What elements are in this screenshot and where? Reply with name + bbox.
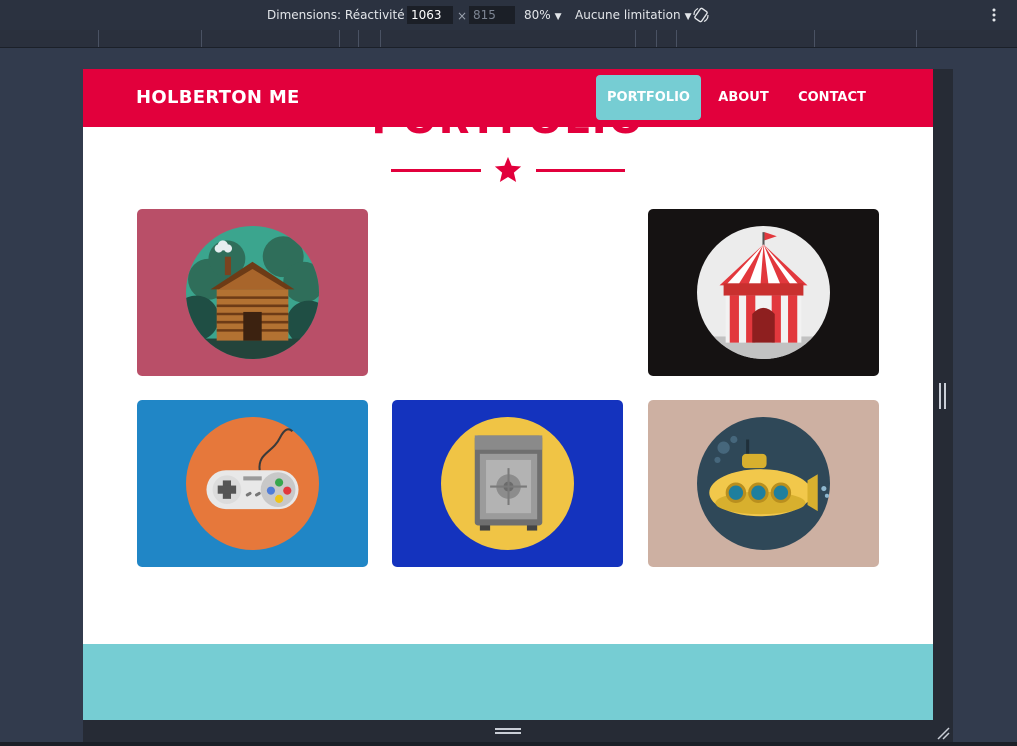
- media-query-ruler[interactable]: [0, 30, 1017, 48]
- portfolio-card-controller[interactable]: [137, 400, 368, 567]
- circus-tent-icon: [697, 226, 830, 359]
- game-controller-icon: [186, 417, 319, 550]
- portfolio-card-safe[interactable]: [392, 400, 623, 567]
- kebab-icon[interactable]: [988, 6, 1000, 24]
- dimensions-label: Dimensions: Réactivité: [267, 8, 405, 22]
- portfolio-card-circus[interactable]: [648, 209, 879, 376]
- brand-logo[interactable]: HOLBERTON ME: [136, 87, 300, 108]
- corner-resize-grip-icon[interactable]: [936, 726, 950, 740]
- cabin-icon: [186, 226, 319, 359]
- times-sign: ×: [457, 9, 468, 23]
- divider-left: [391, 169, 481, 172]
- width-resize-handle[interactable]: [939, 383, 946, 409]
- page-viewport: HOLBERTON ME PORTFOLIO ABOUT CONTACT POR…: [83, 69, 933, 720]
- width-input[interactable]: 1063: [407, 6, 453, 24]
- footer-band: [83, 644, 933, 720]
- star-icon: [494, 156, 522, 182]
- height-input[interactable]: 815: [469, 6, 515, 24]
- portfolio-card-cabin[interactable]: [137, 209, 368, 376]
- zoom-select[interactable]: 80% ▼: [524, 8, 562, 22]
- nav-about[interactable]: ABOUT: [711, 75, 776, 120]
- device-toolbar: Dimensions: Réactivité▼ 1063 × 815 80%▼ …: [0, 0, 1017, 31]
- divider-right: [536, 169, 625, 172]
- dimensions-select[interactable]: Dimensions: Réactivité▼: [267, 8, 416, 22]
- height-resize-handle[interactable]: [495, 728, 521, 734]
- throttle-label: Aucune limitation: [575, 8, 681, 22]
- safe-icon: [441, 417, 574, 550]
- zoom-label: 80%: [524, 8, 551, 22]
- nav-portfolio[interactable]: PORTFOLIO: [596, 75, 701, 120]
- caret-down-icon: ▼: [554, 12, 562, 22]
- throttle-select[interactable]: Aucune limitation ▼: [575, 8, 691, 22]
- portfolio-card-submarine[interactable]: [648, 400, 879, 567]
- nav-contact[interactable]: CONTACT: [789, 75, 875, 120]
- caret-down-icon: ▼: [684, 12, 692, 22]
- rotate-icon[interactable]: [692, 6, 710, 24]
- site-header: HOLBERTON ME PORTFOLIO ABOUT CONTACT: [83, 69, 933, 127]
- submarine-icon: [697, 417, 830, 550]
- bottom-panel-edge: [0, 742, 1017, 746]
